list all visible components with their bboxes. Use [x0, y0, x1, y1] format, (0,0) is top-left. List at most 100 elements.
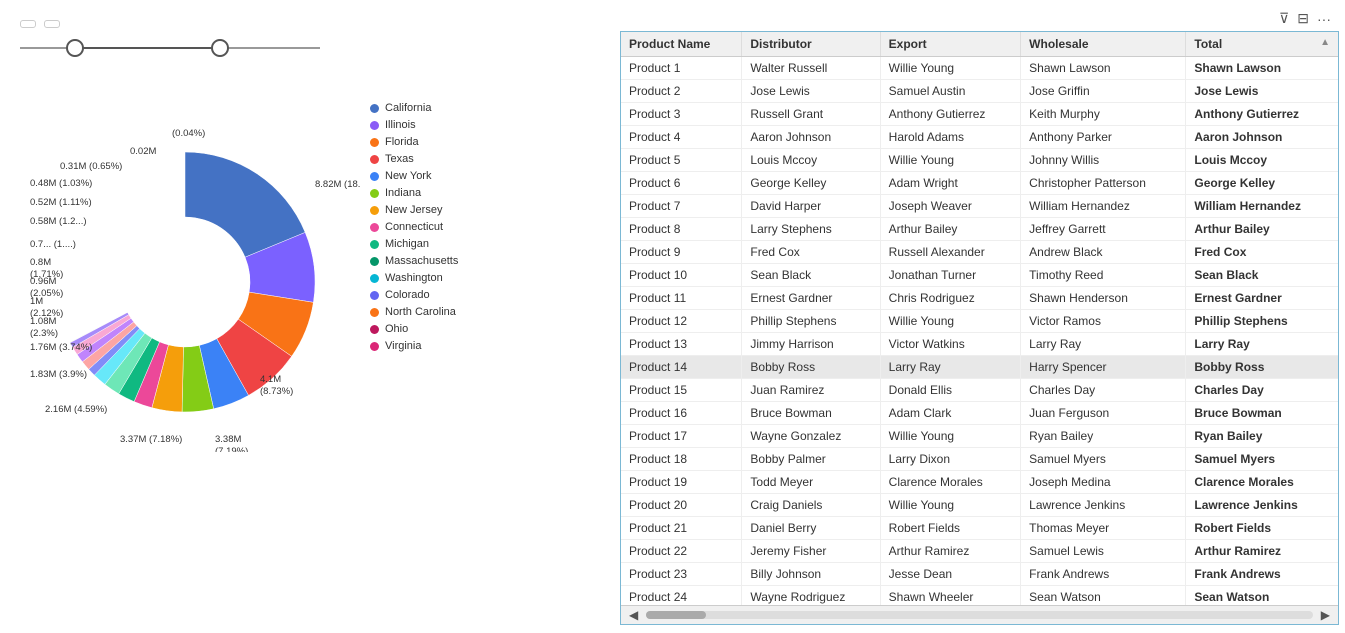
table-cell: Ernest Gardner	[742, 287, 880, 310]
legend-dot	[370, 257, 379, 266]
filter-icon[interactable]: ⊽	[1279, 10, 1289, 27]
table-row[interactable]: Product 12Phillip StephensWillie YoungVi…	[621, 310, 1338, 333]
legend-item: Colorado	[370, 289, 458, 301]
legend-item: Florida	[370, 136, 458, 148]
table-cell: Product 15	[621, 379, 742, 402]
table-row[interactable]: Product 24Wayne RodriguezShawn WheelerSe…	[621, 586, 1338, 606]
svg-text:(8.73%): (8.73%)	[260, 386, 293, 397]
table-cell: Andrew Black	[1021, 241, 1186, 264]
svg-text:0.02M: 0.02M	[130, 146, 156, 157]
scroll-right-arrow[interactable]: ▶	[1317, 608, 1334, 622]
column-header[interactable]: Total ▲	[1186, 32, 1338, 57]
table-row[interactable]: Product 8Larry StephensArthur BaileyJeff…	[621, 218, 1338, 241]
table-row[interactable]: Product 13Jimmy HarrisonVictor WatkinsLa…	[621, 333, 1338, 356]
table-row[interactable]: Product 4Aaron JohnsonHarold AdamsAnthon…	[621, 126, 1338, 149]
table-row[interactable]: Product 16Bruce BowmanAdam ClarkJuan Fer…	[621, 402, 1338, 425]
svg-text:3.37M (7.18%): 3.37M (7.18%)	[120, 434, 182, 445]
date-slider[interactable]	[20, 36, 320, 60]
column-header[interactable]: Product Name	[621, 32, 742, 57]
horizontal-scrollbar[interactable]: ◀ ▶	[621, 605, 1338, 624]
table-cell: Shawn Henderson	[1021, 287, 1186, 310]
table-row[interactable]: Product 5Louis MccoyWillie YoungJohnny W…	[621, 149, 1338, 172]
table-cell: Aaron Johnson	[742, 126, 880, 149]
table-cell: Sean Watson	[1021, 586, 1186, 606]
table-cell: Product 14	[621, 356, 742, 379]
column-header[interactable]: Export	[880, 32, 1020, 57]
slider-thumb-left[interactable]	[66, 39, 84, 57]
table-row[interactable]: Product 20Craig DanielsWillie YoungLawre…	[621, 494, 1338, 517]
table-cell: Product 4	[621, 126, 742, 149]
scroll-track[interactable]	[646, 611, 1313, 619]
table-row[interactable]: Product 19Todd MeyerClarence MoralesJose…	[621, 471, 1338, 494]
svg-text:(2.05%): (2.05%)	[30, 288, 63, 299]
table-cell: William Hernandez	[1021, 195, 1186, 218]
table-cell: Robert Fields	[1186, 517, 1338, 540]
table-cell: Victor Watkins	[880, 333, 1020, 356]
table-row[interactable]: Product 18Bobby PalmerLarry DixonSamuel …	[621, 448, 1338, 471]
svg-text:(7.19%): (7.19%)	[215, 446, 248, 452]
svg-text:0.58M (1.2...): 0.58M (1.2...)	[30, 216, 87, 227]
table-cell: Phillip Stephens	[742, 310, 880, 333]
svg-text:2.16M (4.59%): 2.16M (4.59%)	[45, 404, 107, 415]
table-cell: Billy Johnson	[742, 563, 880, 586]
table-row[interactable]: Product 15Juan RamirezDonald EllisCharle…	[621, 379, 1338, 402]
table-cell: Adam Clark	[880, 402, 1020, 425]
table-cell: Clarence Morales	[1186, 471, 1338, 494]
table-cell: Walter Russell	[742, 57, 880, 80]
date-end[interactable]	[44, 20, 60, 28]
legend-label: Washington	[385, 272, 443, 284]
table-row[interactable]: Product 3Russell GrantAnthony GutierrezK…	[621, 103, 1338, 126]
table-cell: Product 21	[621, 517, 742, 540]
left-panel: 8.82M (18.77%) 4.1M (8.73%) 3.38M (7.19%…	[0, 0, 620, 633]
table-cell: Product 2	[621, 80, 742, 103]
table-cell: Ryan Bailey	[1186, 425, 1338, 448]
table-row[interactable]: Product 6George KelleyAdam WrightChristo…	[621, 172, 1338, 195]
donut-chart[interactable]: 8.82M (18.77%) 4.1M (8.73%) 3.38M (7.19%…	[20, 72, 360, 452]
legend-dot	[370, 325, 379, 334]
column-header[interactable]: Distributor	[742, 32, 880, 57]
table-row[interactable]: Product 7David HarperJoseph WeaverWillia…	[621, 195, 1338, 218]
table-row[interactable]: Product 22Jeremy FisherArthur RamirezSam…	[621, 540, 1338, 563]
more-icon[interactable]: ···	[1317, 11, 1331, 27]
table-cell: Craig Daniels	[742, 494, 880, 517]
table-cell: Keith Murphy	[1021, 103, 1186, 126]
table-cell: Larry Stephens	[742, 218, 880, 241]
date-start[interactable]	[20, 20, 36, 28]
table-cell: Willie Young	[880, 310, 1020, 333]
slider-thumb-right[interactable]	[211, 39, 229, 57]
table-row[interactable]: Product 17Wayne GonzalezWillie YoungRyan…	[621, 425, 1338, 448]
layout-icon[interactable]: ⊟	[1297, 10, 1309, 27]
svg-text:0.31M (0.65%): 0.31M (0.65%)	[60, 161, 122, 172]
legend-label: Michigan	[385, 238, 429, 250]
table-cell: Daniel Berry	[742, 517, 880, 540]
table-cell: Charles Day	[1021, 379, 1186, 402]
table-cell: Arthur Ramirez	[1186, 540, 1338, 563]
table-row[interactable]: Product 9Fred CoxRussell AlexanderAndrew…	[621, 241, 1338, 264]
table-cell: David Harper	[742, 195, 880, 218]
table-cell: Willie Young	[880, 149, 1020, 172]
table-cell: Bruce Bowman	[742, 402, 880, 425]
table-cell: Product 16	[621, 402, 742, 425]
table-scroll-wrapper[interactable]: Product NameDistributorExportWholesaleTo…	[621, 32, 1338, 605]
table-row[interactable]: Product 21Daniel BerryRobert FieldsThoma…	[621, 517, 1338, 540]
svg-text:3.38M: 3.38M	[215, 434, 241, 445]
table-cell: Samuel Myers	[1021, 448, 1186, 471]
table-cell: George Kelley	[1186, 172, 1338, 195]
table-cell: Anthony Gutierrez	[1186, 103, 1338, 126]
table-row[interactable]: Product 2Jose LewisSamuel AustinJose Gri…	[621, 80, 1338, 103]
table-row[interactable]: Product 11Ernest GardnerChris RodriguezS…	[621, 287, 1338, 310]
scroll-left-arrow[interactable]: ◀	[625, 608, 642, 622]
scroll-thumb[interactable]	[646, 611, 706, 619]
table-row[interactable]: Product 1Walter RussellWillie YoungShawn…	[621, 57, 1338, 80]
table-row[interactable]: Product 10Sean BlackJonathan TurnerTimot…	[621, 264, 1338, 287]
table-cell: Bobby Palmer	[742, 448, 880, 471]
table-row[interactable]: Product 23Billy JohnsonJesse DeanFrank A…	[621, 563, 1338, 586]
table-row[interactable]: Product 14Bobby RossLarry RayHarry Spenc…	[621, 356, 1338, 379]
legend-dot	[370, 342, 379, 351]
table-cell: George Kelley	[742, 172, 880, 195]
table-cell: Chris Rodriguez	[880, 287, 1020, 310]
table-cell: Product 10	[621, 264, 742, 287]
table-cell: Juan Ferguson	[1021, 402, 1186, 425]
column-header[interactable]: Wholesale	[1021, 32, 1186, 57]
table-cell: Russell Grant	[742, 103, 880, 126]
